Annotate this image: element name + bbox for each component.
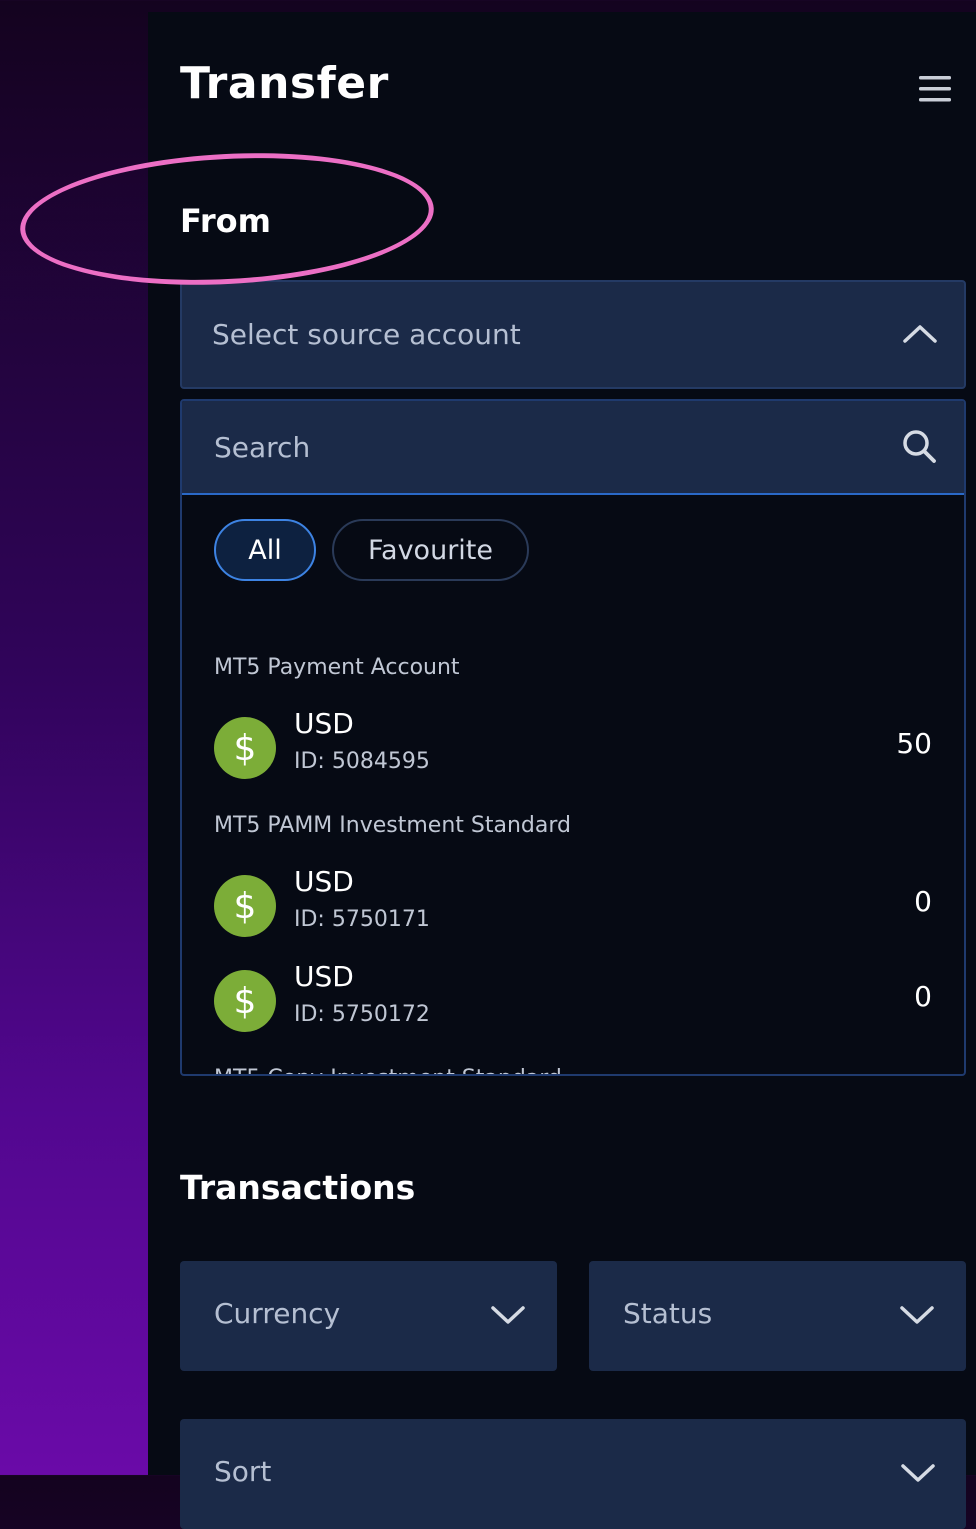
- account-balance: 0: [914, 885, 932, 918]
- search-box: [182, 401, 964, 495]
- account-id: ID: 5750172: [294, 1002, 430, 1027]
- source-account-dropdown: All Favourite MT5 Payment Account $ USD …: [180, 399, 966, 1076]
- sort-filter-label: Sort: [214, 1455, 272, 1488]
- account-row[interactable]: $ USD ID: 5084595 50: [182, 707, 964, 787]
- account-group-label: MT5 Payment Account: [214, 655, 460, 680]
- menu-button[interactable]: [918, 74, 952, 104]
- account-id: ID: 5750171: [294, 907, 430, 932]
- source-account-select[interactable]: Select source account: [180, 280, 966, 389]
- sort-filter[interactable]: Sort: [180, 1419, 966, 1529]
- account-id: ID: 5084595: [294, 749, 430, 774]
- account-balance: 50: [896, 727, 932, 760]
- search-input[interactable]: [182, 401, 882, 493]
- hamburger-icon: [919, 76, 951, 102]
- filter-chip-all[interactable]: All: [214, 519, 316, 581]
- source-account-placeholder: Select source account: [212, 318, 521, 351]
- account-row[interactable]: $ USD ID: 5750172 0: [182, 960, 964, 1040]
- chevron-up-icon: [903, 325, 937, 343]
- chevron-down-icon: [901, 1464, 935, 1482]
- page-title: Transfer: [180, 58, 389, 109]
- account-currency: USD: [294, 707, 354, 740]
- account-balance: 0: [914, 980, 932, 1013]
- dollar-coin-icon: $: [214, 717, 276, 779]
- filter-chip-favourite[interactable]: Favourite: [332, 519, 529, 581]
- currency-filter[interactable]: Currency: [180, 1261, 557, 1371]
- account-row[interactable]: $ USD ID: 5750171 0: [182, 865, 964, 945]
- status-filter-label: Status: [623, 1297, 713, 1330]
- account-currency: USD: [294, 960, 354, 993]
- status-filter[interactable]: Status: [589, 1261, 966, 1371]
- currency-filter-label: Currency: [214, 1297, 341, 1330]
- search-icon[interactable]: [900, 427, 940, 467]
- transactions-heading: Transactions: [180, 1168, 416, 1207]
- dollar-coin-icon: $: [214, 875, 276, 937]
- account-currency: USD: [294, 865, 354, 898]
- chevron-down-icon: [900, 1306, 934, 1324]
- dollar-coin-icon: $: [214, 970, 276, 1032]
- account-group-label: MT5 PAMM Investment Standard: [214, 813, 571, 838]
- chevron-down-icon: [491, 1306, 525, 1324]
- account-group-label: MT5 Copy Investment Standard: [214, 1066, 562, 1074]
